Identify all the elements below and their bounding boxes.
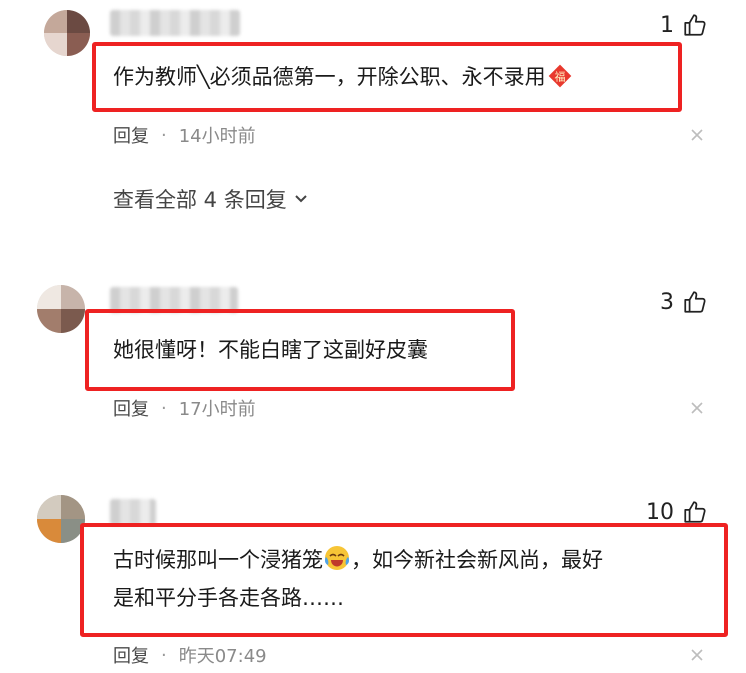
comment-meta: 回复 · 14小时前 [113,122,256,148]
view-all-label: 查看全部 4 条回复 [113,188,287,212]
thumbs-up-icon[interactable] [682,289,708,315]
view-all-replies-button[interactable]: 查看全部 4 条回复 [113,184,309,214]
comment-1: 1 作为教师╲必须品德第一，开除公职、永不录用福 回复 · 14小时前 查看全部… [0,0,746,240]
fu-badge-char: 福 [554,70,565,84]
like-count: 10 [646,499,674,525]
reply-button[interactable]: 回复 [113,642,149,668]
thumbs-up-icon[interactable] [682,12,708,38]
close-icon[interactable] [689,647,705,663]
username-blurred[interactable] [110,499,156,525]
comment-text: 她很懂呀！不能白瞎了这副好皮囊 [113,338,428,362]
meta-separator: · [161,644,167,666]
comment-text: 作为教师╲必须品德第一，开除公职、永不录用福 [113,58,572,96]
close-icon[interactable] [689,400,705,416]
avatar[interactable] [37,285,85,333]
like-control[interactable]: 1 [660,12,708,38]
comment-text: 古时候那叫一个浸猪笼 ，如今新社会新风尚，最好 是和平分手各走各路…… [113,541,603,617]
like-control[interactable]: 10 [646,499,708,525]
reply-button[interactable]: 回复 [113,122,149,148]
like-count: 3 [660,289,674,315]
username-blurred[interactable] [110,10,240,36]
comment-2: 3 她很懂呀！不能白瞎了这副好皮囊 回复 · 17小时前 [0,275,746,435]
close-icon[interactable] [689,127,705,143]
reply-button[interactable]: 回复 [113,395,149,421]
comment-meta: 回复 · 17小时前 [113,395,256,421]
like-control[interactable]: 3 [660,289,708,315]
fu-badge-icon: 福 [548,64,571,88]
comment-time: 17小时前 [178,399,256,420]
comment-text-line-1: 古时候那叫一个浸猪笼 ，如今新社会新风尚，最好 [113,541,603,579]
comment-3: 10 古时候那叫一个浸猪笼 ，如今新社会新风尚，最好 是和平分手各走各路…… 回复… [0,485,746,673]
comment-time: 14小时前 [178,126,256,147]
like-count: 1 [660,12,674,38]
meta-separator: · [161,124,167,146]
comment-meta: 回复 · 昨天07:49 [113,642,267,668]
comment-time: 昨天07:49 [178,646,267,667]
laughing-tears-emoji [324,546,350,570]
chevron-down-icon [295,195,307,203]
avatar[interactable] [44,10,90,56]
thumbs-up-icon[interactable] [682,499,708,525]
comment-text-line-2: 是和平分手各走各路…… [113,586,344,610]
avatar[interactable] [37,495,85,543]
meta-separator: · [161,397,167,419]
